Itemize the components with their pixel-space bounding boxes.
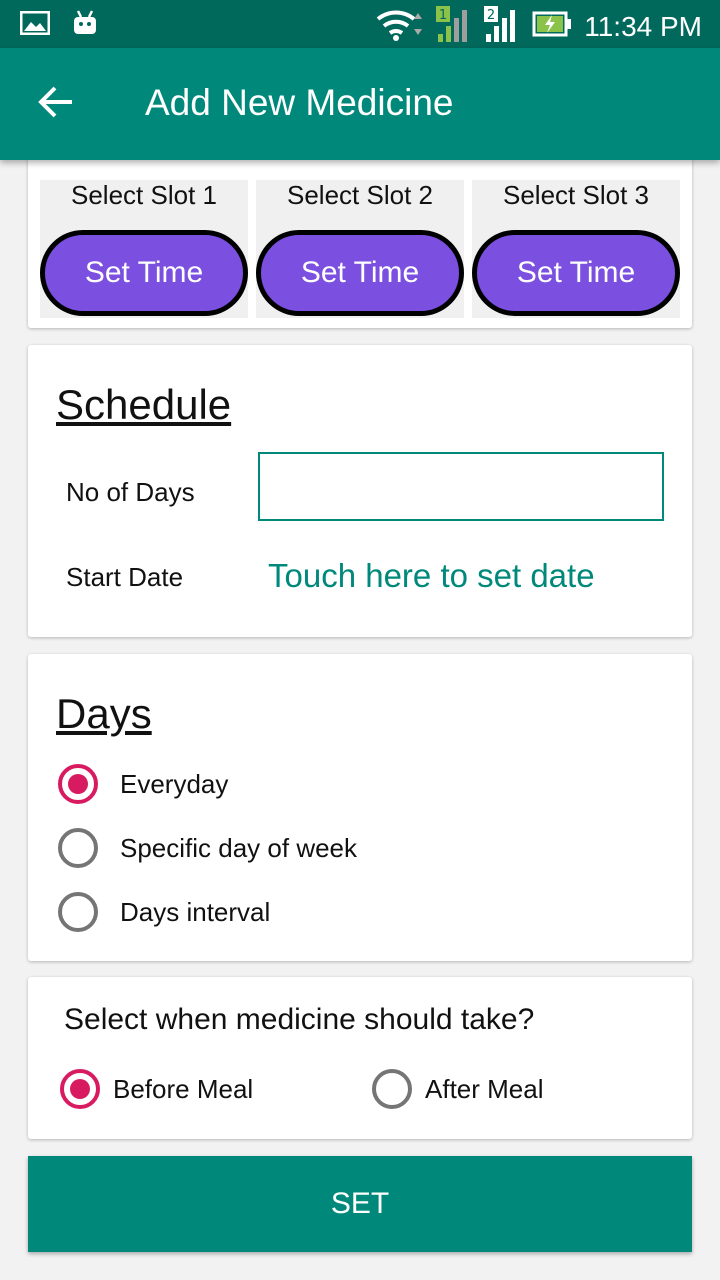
no-of-days-label: No of Days — [66, 477, 195, 507]
time-slots-card: Select Slot 1 Set Time Select Slot 2 Set… — [28, 150, 692, 328]
slot-2: Select Slot 2 Set Time — [256, 180, 464, 318]
schedule-card: Schedule No of Days Start Date Touch her… — [28, 345, 692, 637]
radio-unchecked-icon — [58, 892, 98, 932]
page-title: Add New Medicine — [145, 82, 454, 123]
radio-specific-day-label: Specific day of week — [120, 832, 358, 863]
clock-time: 11:34 PM — [584, 10, 702, 42]
slot-1: Select Slot 1 Set Time — [40, 180, 248, 318]
signal-sim1-icon: 1 — [436, 6, 472, 47]
days-title: Days — [56, 690, 152, 737]
radio-days-interval[interactable]: Days interval — [58, 892, 270, 932]
android-icon — [72, 10, 98, 41]
radio-checked-icon — [60, 1069, 100, 1109]
radio-checked-icon — [58, 764, 98, 804]
battery-charging-icon — [532, 11, 572, 42]
app-bar: Add New Medicine — [0, 48, 720, 160]
set-date-link[interactable]: Touch here to set date — [268, 557, 595, 595]
meal-timing-card: Select when medicine should take? Before… — [28, 977, 692, 1139]
slot-1-set-time-button[interactable]: Set Time — [40, 230, 248, 316]
slot-3: Select Slot 3 Set Time — [472, 180, 680, 318]
radio-everyday[interactable]: Everyday — [58, 764, 228, 804]
status-bar: 1 2 11:34 PM — [0, 0, 720, 48]
arrow-left-icon — [38, 86, 74, 123]
back-button[interactable] — [30, 78, 82, 130]
schedule-title: Schedule — [56, 381, 232, 428]
radio-after-meal-label: After Meal — [425, 1073, 544, 1104]
wifi-icon — [376, 7, 424, 46]
radio-unchecked-icon — [58, 828, 98, 868]
radio-before-meal-label: Before Meal — [113, 1073, 254, 1104]
slot-3-set-time-button[interactable]: Set Time — [472, 230, 680, 316]
radio-specific-day[interactable]: Specific day of week — [58, 828, 357, 868]
meal-question: Select when medicine should take? — [64, 1003, 535, 1036]
signal-sim2-icon: 2 — [484, 6, 520, 47]
radio-before-meal[interactable]: Before Meal — [60, 1069, 253, 1109]
radio-everyday-label: Everyday — [120, 768, 229, 799]
radio-days-interval-label: Days interval — [120, 896, 271, 927]
radio-unchecked-icon — [372, 1069, 412, 1109]
slot-2-label: Select Slot 2 — [287, 180, 433, 210]
slot-3-label: Select Slot 3 — [503, 180, 649, 210]
svg-text:2: 2 — [487, 8, 495, 23]
gallery-icon — [19, 10, 51, 40]
no-of-days-input[interactable] — [258, 452, 664, 521]
start-date-label: Start Date — [66, 562, 184, 592]
radio-after-meal[interactable]: After Meal — [372, 1069, 544, 1109]
slot-1-label: Select Slot 1 — [71, 180, 217, 210]
svg-text:1: 1 — [439, 8, 447, 23]
set-button[interactable]: SET — [28, 1156, 692, 1252]
slot-2-set-time-button[interactable]: Set Time — [256, 230, 464, 316]
days-card: Days Everyday Specific day of week Days … — [28, 654, 692, 961]
